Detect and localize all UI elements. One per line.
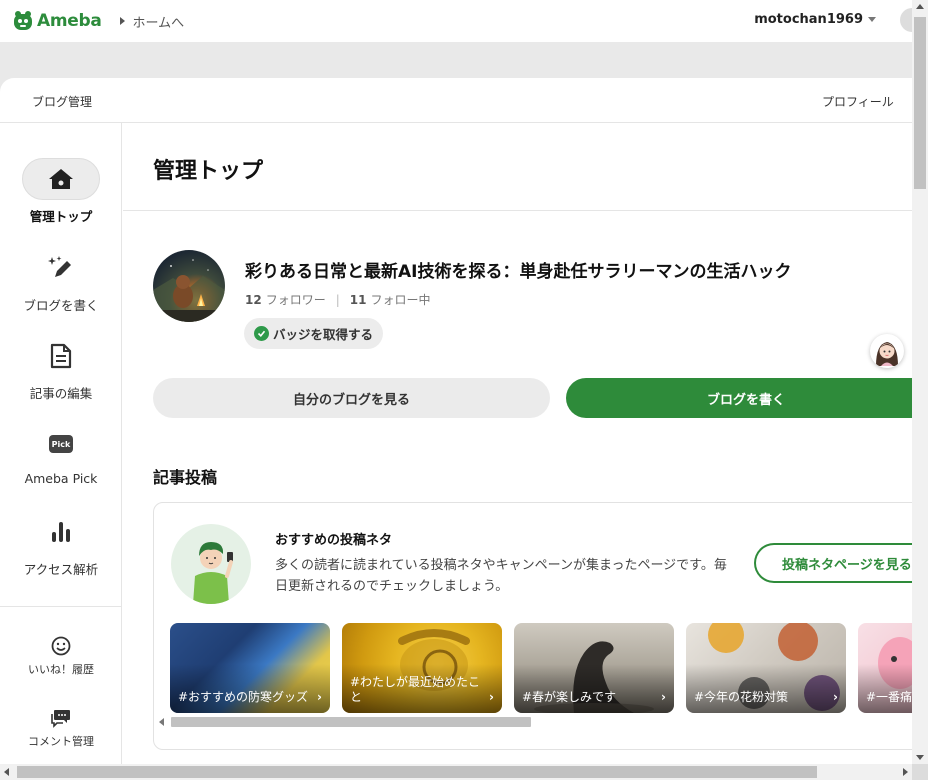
settings-gear-icon[interactable] (900, 8, 912, 32)
follow-stats: 12 フォロワー | 11 フォロー中 (245, 291, 430, 308)
blog-avatar[interactable] (153, 250, 225, 322)
write-blog-button[interactable]: ブログを書く (566, 378, 912, 418)
main-content: 管理トップ 彩りある日常と最新AI技術を探る：単身赴任サラリーマンの生活ハック … (123, 123, 912, 768)
sidebar-item-label: ブログを書く (23, 298, 99, 313)
home-link-label: ホームへ (132, 15, 185, 31)
document-icon (50, 343, 72, 369)
assistant-avatar-icon[interactable] (870, 334, 904, 368)
chevron-right-icon: › (661, 690, 666, 704)
followers-label[interactable]: フォロワー (266, 291, 326, 308)
topic-tile-label: #一番痛 (866, 690, 912, 704)
scroll-up-arrow-icon[interactable] (916, 4, 924, 9)
following-count: 11 (349, 292, 367, 307)
comment-icon (51, 710, 70, 728)
blog-admin-link[interactable]: ブログ管理 (32, 93, 92, 110)
topic-tile[interactable]: #春が楽しみです › (514, 623, 674, 713)
sidebar-item-label: 記事の編集 (29, 386, 93, 401)
scroll-left-arrow-icon[interactable] (4, 768, 9, 776)
pen-sparkle-icon (48, 256, 71, 277)
section-title: 記事投稿 (153, 468, 218, 487)
caret-down-icon (868, 17, 876, 22)
page-title: 管理トップ (153, 159, 264, 184)
sidebar-item-admin-top[interactable]: 管理トップ (0, 158, 122, 225)
view-topics-page-button[interactable]: 投稿ネタページを見る (754, 543, 912, 583)
topic-tile[interactable]: #わたしが最近始めたこと › (342, 623, 502, 713)
sidebar-item-edit-articles[interactable]: 記事の編集 (0, 335, 122, 402)
sidebar-divider (0, 606, 121, 607)
home-link[interactable]: ホームへ (119, 12, 185, 31)
sidebar-item-ameba-pick[interactable]: Pick Ameba Pick (0, 423, 122, 486)
card-heading: おすすめの投稿ネタ (275, 533, 393, 548)
check-badge-icon (254, 326, 269, 341)
chevron-right-icon: › (489, 690, 494, 704)
ameba-logo-icon (12, 10, 34, 32)
home-icon (49, 169, 73, 189)
profile-link[interactable]: プロフィール (822, 93, 894, 110)
sidebar: 管理トップ ブログを書く 記事の編集 Pick Ameba Pick アクセス解… (0, 123, 122, 768)
topic-tile-label: #春が楽しみです (522, 690, 617, 704)
vertical-scrollbar[interactable] (912, 0, 928, 764)
scrollbar-corner (912, 764, 928, 780)
divider: | (335, 292, 340, 307)
sidebar-item-write-blog[interactable]: ブログを書く (0, 247, 122, 314)
get-badge-label: バッジを取得する (273, 327, 374, 342)
topic-tile[interactable]: #おすすめの防寒グッズ › (170, 623, 330, 713)
title-divider (123, 210, 912, 211)
person-illustration-icon (171, 524, 251, 604)
scrollbar-thumb[interactable] (914, 17, 926, 189)
get-badge-button[interactable]: バッジを取得する (244, 318, 384, 349)
logo-text: Ameba (37, 11, 102, 31)
user-menu[interactable]: motochan1969 (754, 12, 876, 27)
username: motochan1969 (754, 12, 863, 27)
following-label[interactable]: フォロー中 (370, 291, 430, 308)
card-description: 多くの読者に読まれている投稿ネタやキャンペーンが集まったページです。毎日更新され… (275, 558, 727, 594)
topic-tile-label: #今年の花粉対策 (694, 690, 789, 704)
topic-tile-label: #わたしが最近始めたこと (350, 675, 481, 704)
scrollbar-thumb[interactable] (17, 766, 817, 778)
horizontal-scrollbar[interactable] (0, 764, 912, 780)
blog-title[interactable]: 彩りある日常と最新AI技術を探る：単身赴任サラリーマンの生活ハック (245, 257, 791, 282)
pick-icon: Pick (49, 435, 73, 453)
sidebar-item-label: Ameba Pick (24, 471, 98, 486)
ameba-logo[interactable]: Ameba (12, 10, 102, 32)
scroll-down-arrow-icon[interactable] (916, 755, 924, 760)
sub-navigation: ブログ管理 プロフィール (0, 78, 912, 123)
smile-icon (51, 636, 71, 656)
triangle-right-icon (119, 17, 125, 25)
sidebar-item-label: アクセス解析 (23, 562, 99, 577)
scroll-left-arrow-icon[interactable] (159, 718, 164, 726)
topic-tiles: #おすすめの防寒グッズ › #わたしが最近始めたこと › #春が楽しみです › … (170, 623, 912, 713)
followers-count: 12 (245, 292, 262, 307)
tiles-horizontal-scrollbar[interactable] (157, 715, 912, 729)
sidebar-item-label: 管理トップ (29, 209, 93, 224)
bar-chart-icon (52, 522, 70, 542)
view-my-blog-button[interactable]: 自分のブログを見る (153, 378, 550, 418)
chevron-right-icon: › (833, 690, 838, 704)
topic-tile-label: #おすすめの防寒グッズ (178, 690, 309, 704)
chevron-right-icon: › (317, 690, 322, 704)
topic-tile[interactable]: #一番痛 (858, 623, 912, 713)
blog-admin-panel: ブログ管理 プロフィール 管理トップ ブログを書く 記事の編集 Pick Ame… (0, 78, 912, 768)
sidebar-item-comment-management[interactable]: コメント管理 (0, 705, 122, 749)
sidebar-item-label: コメント管理 (28, 735, 94, 748)
global-header: Ameba ホームへ motochan1969 (0, 0, 912, 42)
topic-tile[interactable]: #今年の花粉対策 › (686, 623, 846, 713)
sidebar-item-likes-history[interactable]: いいね！履歴 (0, 633, 122, 677)
recommended-topics-card: おすすめの投稿ネタ 多くの読者に読まれている投稿ネタやキャンペーンが集まったペー… (153, 502, 912, 750)
scrollbar-thumb[interactable] (171, 717, 531, 727)
sidebar-item-access-analytics[interactable]: アクセス解析 (0, 511, 122, 578)
sidebar-item-label: いいね！履歴 (28, 663, 94, 676)
scroll-right-arrow-icon[interactable] (903, 768, 908, 776)
